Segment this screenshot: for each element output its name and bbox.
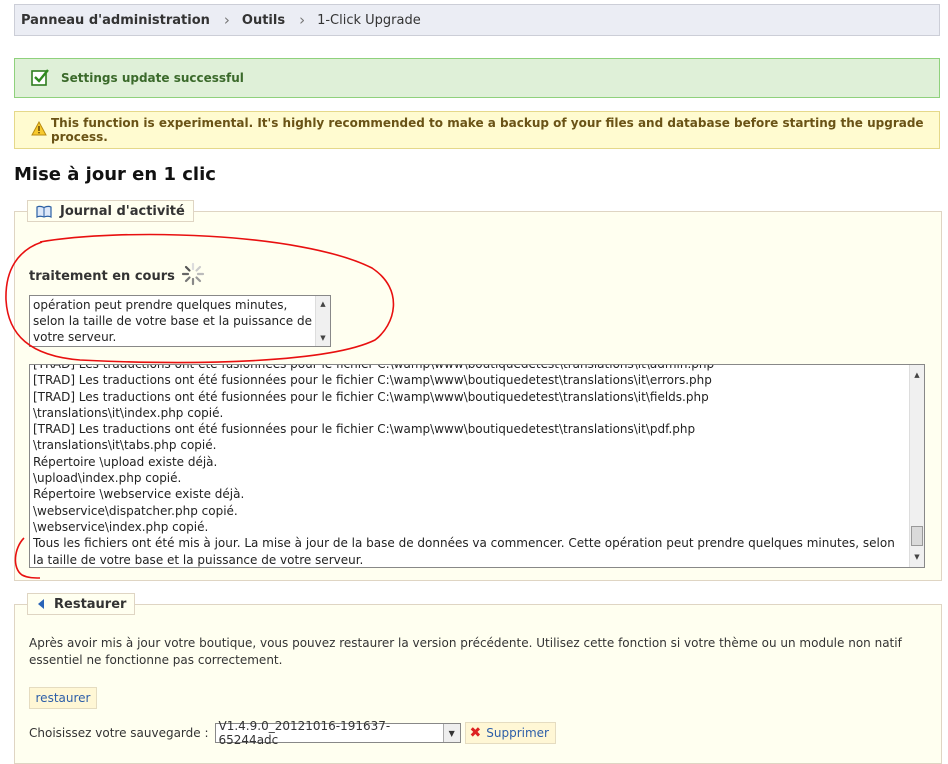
- log-line: [TRAD] Les traductions ont été fusionnée…: [33, 373, 712, 388]
- delete-backup-button[interactable]: ✖ Supprimer: [464, 722, 556, 744]
- breadcrumb: Panneau d'administration › Outils › 1-Cl…: [14, 4, 940, 36]
- scroll-down-icon[interactable]: ▼: [320, 330, 325, 346]
- log-line: Répertoire \upload existe déjà.: [33, 454, 218, 469]
- log-line: [TRAD] Les traductions ont été fusionnée…: [33, 389, 709, 404]
- scroll-up-icon[interactable]: ▲: [914, 367, 919, 383]
- warning-message: This function is experimental. It's high…: [51, 116, 924, 144]
- backup-selection-row: Choisissez votre sauvegarde : V1.4.9.0_2…: [29, 719, 556, 747]
- warning-alert: This function is experimental. It's high…: [14, 111, 940, 149]
- log-content: [TRAD] Les traductions ont été fusionnée…: [33, 364, 904, 567]
- backup-select[interactable]: V1.4.9.0_20121016-191637-65244adc ▼: [214, 719, 461, 747]
- scroll-down-icon[interactable]: ▼: [914, 549, 919, 565]
- activity-log-textarea[interactable]: [TRAD] Les traductions ont été fusionnée…: [29, 364, 925, 568]
- restore-button[interactable]: restaurer: [29, 687, 97, 709]
- activity-log-legend-label: Journal d'activité: [60, 203, 185, 219]
- page-title: Mise à jour en 1 clic: [14, 164, 216, 185]
- success-alert: Settings update successful: [14, 58, 940, 98]
- delete-backup-label: Supprimer: [486, 726, 549, 740]
- current-step-text: opération peut prendre quelques minutes,…: [33, 298, 312, 344]
- breadcrumb-item-tools[interactable]: Outils: [242, 13, 285, 28]
- activity-log-scrollbar[interactable]: ▲ ▼: [909, 365, 924, 567]
- log-line: \translations\it\index.php copié.: [33, 405, 224, 420]
- activity-log-legend: Journal d'activité: [27, 200, 194, 222]
- log-line: \webservice\dispatcher.php copié.: [33, 503, 238, 518]
- scroll-up-icon[interactable]: ▲: [320, 296, 325, 312]
- success-message: Settings update successful: [61, 71, 244, 85]
- chevron-right-icon: ›: [223, 11, 230, 29]
- restore-legend: Restaurer: [27, 593, 136, 615]
- log-line: \translations\it\tabs.php copié.: [33, 438, 217, 453]
- chevron-right-icon: ›: [299, 11, 306, 29]
- activity-log-panel: Journal d'activité traitement en cours o…: [14, 200, 942, 581]
- backup-select-value: V1.4.9.0_20121016-191637-65244adc: [218, 719, 391, 747]
- processing-status-label: traitement en cours: [29, 268, 175, 284]
- log-line: [TRAD] Les traductions ont été fusionnée…: [33, 422, 696, 437]
- log-line: Tous les fichiers ont été mis à jour. La…: [33, 536, 895, 567]
- chevron-down-icon[interactable]: ▼: [443, 724, 460, 742]
- log-line: [TRAD] Les traductions ont été fusionnée…: [33, 364, 715, 371]
- loading-spinner-icon: [181, 262, 205, 290]
- book-icon: [36, 205, 52, 218]
- log-line: \webservice\index.php copié.: [33, 519, 209, 534]
- restore-legend-label: Restaurer: [54, 596, 127, 612]
- processing-status: traitement en cours: [29, 262, 205, 290]
- current-step-scrollbar[interactable]: ▲ ▼: [315, 296, 330, 346]
- breadcrumb-current: 1-Click Upgrade: [317, 12, 421, 28]
- delete-icon: ✖: [469, 725, 482, 741]
- log-line: Répertoire \webservice existe déjà.: [33, 487, 245, 502]
- arrow-left-icon: [36, 598, 46, 610]
- current-step-textarea[interactable]: opération peut prendre quelques minutes,…: [29, 295, 331, 347]
- breadcrumb-item-admin[interactable]: Panneau d'administration: [21, 13, 210, 28]
- warning-icon: [31, 120, 47, 139]
- backup-select-label: Choisissez votre sauvegarde :: [29, 726, 209, 740]
- restore-panel: Restaurer Après avoir mis à jour votre b…: [14, 593, 942, 764]
- scrollbar-thumb[interactable]: [911, 525, 923, 546]
- log-line: \upload\index.php copié.: [33, 471, 182, 486]
- restore-description: Après avoir mis à jour votre boutique, v…: [29, 636, 902, 667]
- checkbox-checked-icon: [31, 68, 49, 89]
